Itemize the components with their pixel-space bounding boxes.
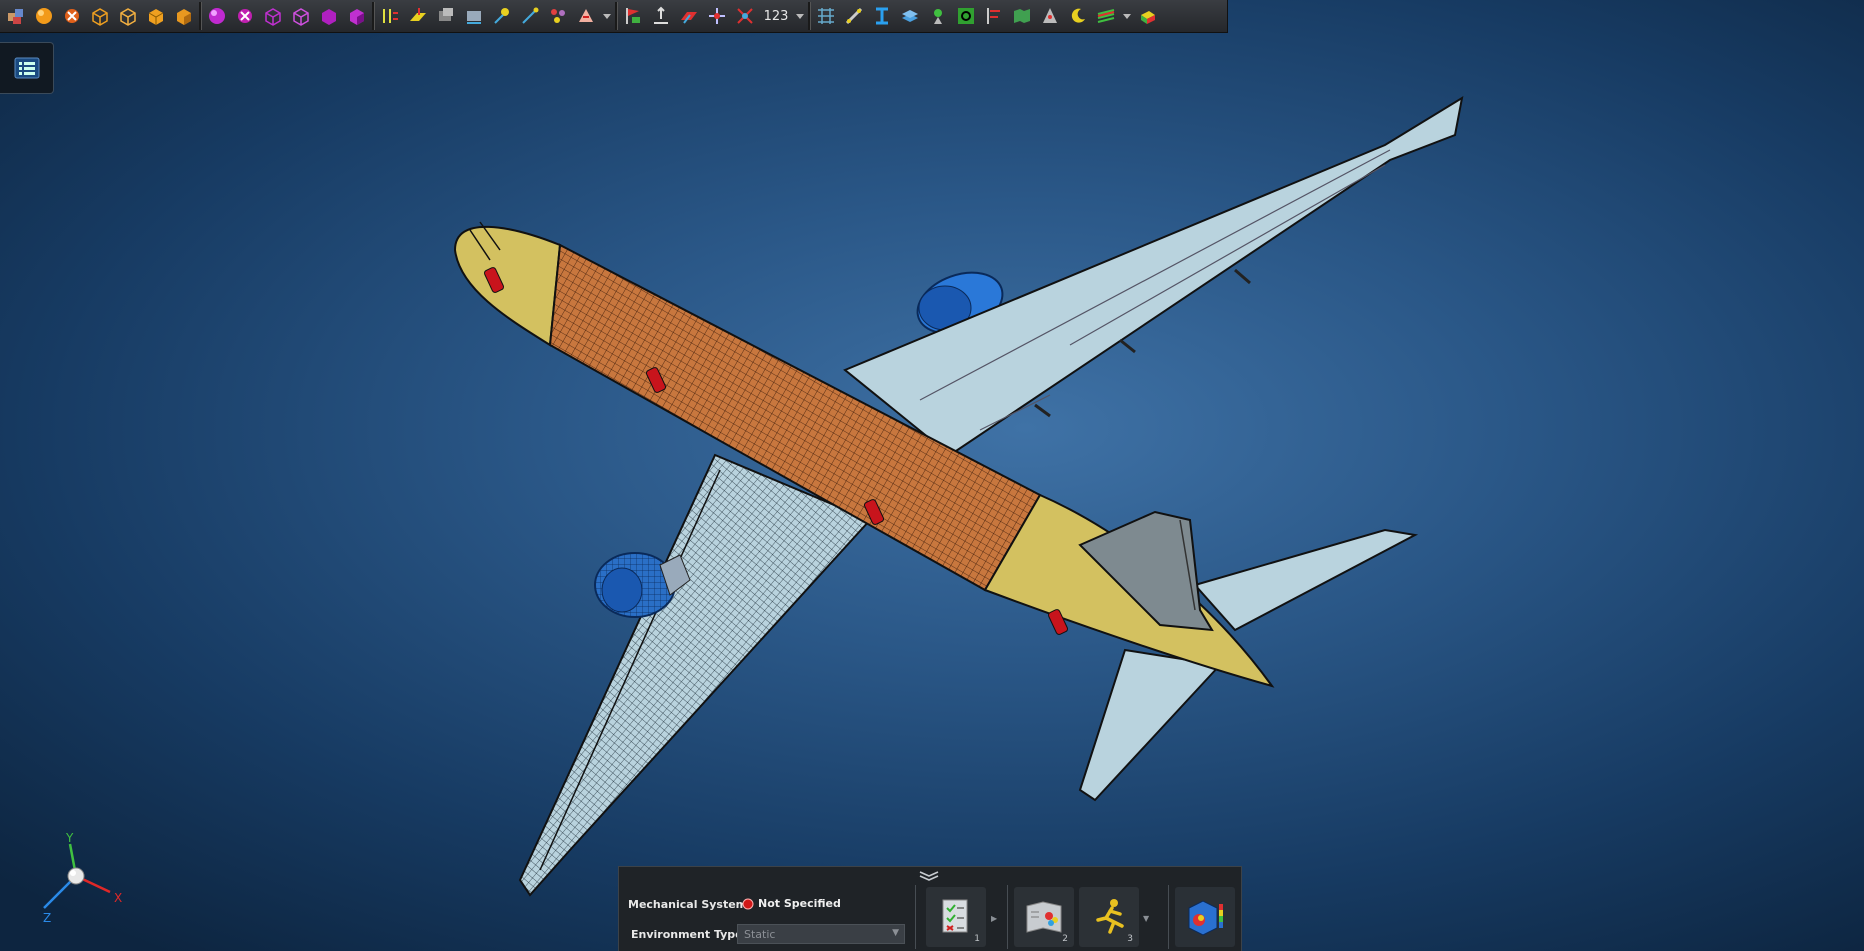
chevron-down-icon[interactable] bbox=[793, 2, 807, 30]
toolbar-separator bbox=[615, 2, 618, 30]
magenta-wire-cube-icon[interactable] bbox=[259, 2, 287, 30]
solid-cube-icon[interactable] bbox=[142, 2, 170, 30]
pin-constraint-icon[interactable] bbox=[731, 2, 759, 30]
mechanical-system-value[interactable]: Not Specified bbox=[742, 897, 841, 910]
surface-slider-icon[interactable] bbox=[675, 2, 703, 30]
chevron-down-icon: ▼ bbox=[892, 928, 899, 938]
plane-load-icon[interactable] bbox=[404, 2, 432, 30]
simulation-action-panel: Mechanical System: Not Specified Environ… bbox=[618, 866, 1242, 951]
stress-cube-icon bbox=[1188, 900, 1223, 936]
environment-type-label: Environment Type: bbox=[631, 928, 748, 941]
beam-link-icon[interactable] bbox=[840, 2, 868, 30]
chevron-right-icon[interactable]: ▶ bbox=[991, 914, 997, 923]
map-icon[interactable] bbox=[1008, 2, 1036, 30]
point-force-icon[interactable] bbox=[488, 2, 516, 30]
left-stabilizer[interactable] bbox=[1078, 648, 1223, 802]
axis-constraint-icon[interactable] bbox=[376, 2, 404, 30]
environment-type-select[interactable]: Static ▼ bbox=[737, 924, 905, 944]
axis-y-label: Y bbox=[65, 831, 74, 845]
magenta-shaded-cube-icon[interactable] bbox=[343, 2, 371, 30]
toolbar-separator bbox=[372, 2, 375, 30]
wire-cube-alt-icon[interactable] bbox=[114, 2, 142, 30]
fuselage-nose[interactable] bbox=[453, 225, 562, 347]
magenta-delete-icon[interactable] bbox=[231, 2, 259, 30]
environment-type-value: Static bbox=[744, 928, 776, 941]
translate-axis-icon[interactable] bbox=[647, 2, 675, 30]
magenta-sphere-icon[interactable] bbox=[203, 2, 231, 30]
layered-shell-icon[interactable] bbox=[896, 2, 924, 30]
distance-force-icon[interactable] bbox=[516, 2, 544, 30]
assembly-icon[interactable] bbox=[2, 2, 30, 30]
delete-constraint-icon[interactable] bbox=[58, 2, 86, 30]
mechanical-system-label: Mechanical System: bbox=[628, 898, 752, 911]
collapse-panel-button[interactable] bbox=[911, 868, 947, 882]
checklist-icon bbox=[942, 899, 968, 933]
step-1-button[interactable]: 1 bbox=[926, 887, 986, 947]
toolbar-separator bbox=[199, 2, 202, 30]
double-chevron-up-icon bbox=[919, 871, 939, 881]
left-wing[interactable] bbox=[518, 453, 872, 897]
3d-viewport[interactable] bbox=[0, 33, 1864, 951]
pressure-icon[interactable] bbox=[572, 2, 600, 30]
sphere-icon[interactable] bbox=[30, 2, 58, 30]
step-number: 3 bbox=[1127, 934, 1133, 944]
step-2-button[interactable]: 2 bbox=[1014, 887, 1074, 947]
distributed-load-icon[interactable] bbox=[544, 2, 572, 30]
night-icon[interactable] bbox=[1064, 2, 1092, 30]
mesh-connection-icon[interactable] bbox=[812, 2, 840, 30]
right-wing[interactable] bbox=[843, 95, 1464, 457]
top-toolbar: 123 bbox=[0, 0, 1228, 33]
chevron-down-icon[interactable] bbox=[600, 2, 614, 30]
shaded-cube-icon[interactable] bbox=[170, 2, 198, 30]
chevron-down-icon[interactable]: ▼ bbox=[1143, 914, 1149, 923]
compute-icon[interactable] bbox=[1134, 2, 1162, 30]
counter-label[interactable]: 123 bbox=[759, 2, 793, 30]
color-book-icon bbox=[1026, 901, 1062, 933]
sensor-icon[interactable] bbox=[980, 2, 1008, 30]
solid-section-icon[interactable] bbox=[924, 2, 952, 30]
running-man-icon bbox=[1096, 899, 1124, 934]
mechanical-system-text: Not Specified bbox=[758, 897, 841, 910]
chevron-down-icon[interactable] bbox=[1120, 2, 1134, 30]
grid-colors-icon[interactable] bbox=[1092, 2, 1120, 30]
step-number: 2 bbox=[1062, 934, 1068, 944]
step-3-button[interactable]: 3 bbox=[1079, 887, 1139, 947]
inspect-icon[interactable] bbox=[952, 2, 980, 30]
panel-separator bbox=[1007, 885, 1008, 949]
wire-cube-icon[interactable] bbox=[86, 2, 114, 30]
toolbar-separator bbox=[808, 2, 811, 30]
part-properties-icon[interactable] bbox=[432, 2, 460, 30]
panel-separator bbox=[1168, 885, 1169, 949]
step-number: 1 bbox=[974, 934, 980, 944]
probe-icon[interactable] bbox=[1036, 2, 1064, 30]
error-status-icon bbox=[742, 898, 754, 909]
magenta-wire-cube-alt-icon[interactable] bbox=[287, 2, 315, 30]
magenta-solid-cube-icon[interactable] bbox=[315, 2, 343, 30]
axis-compass[interactable]: Y X Z bbox=[30, 830, 130, 926]
results-button[interactable] bbox=[1175, 887, 1235, 947]
right-stabilizer[interactable] bbox=[1193, 528, 1419, 632]
restraint-icon[interactable] bbox=[460, 2, 488, 30]
i-beam-icon[interactable] bbox=[868, 2, 896, 30]
axis-z-label: Z bbox=[43, 911, 51, 925]
rotation-icon[interactable] bbox=[703, 2, 731, 30]
flag-icon[interactable] bbox=[619, 2, 647, 30]
axis-x-label: X bbox=[114, 891, 122, 905]
panel-separator bbox=[915, 885, 916, 949]
